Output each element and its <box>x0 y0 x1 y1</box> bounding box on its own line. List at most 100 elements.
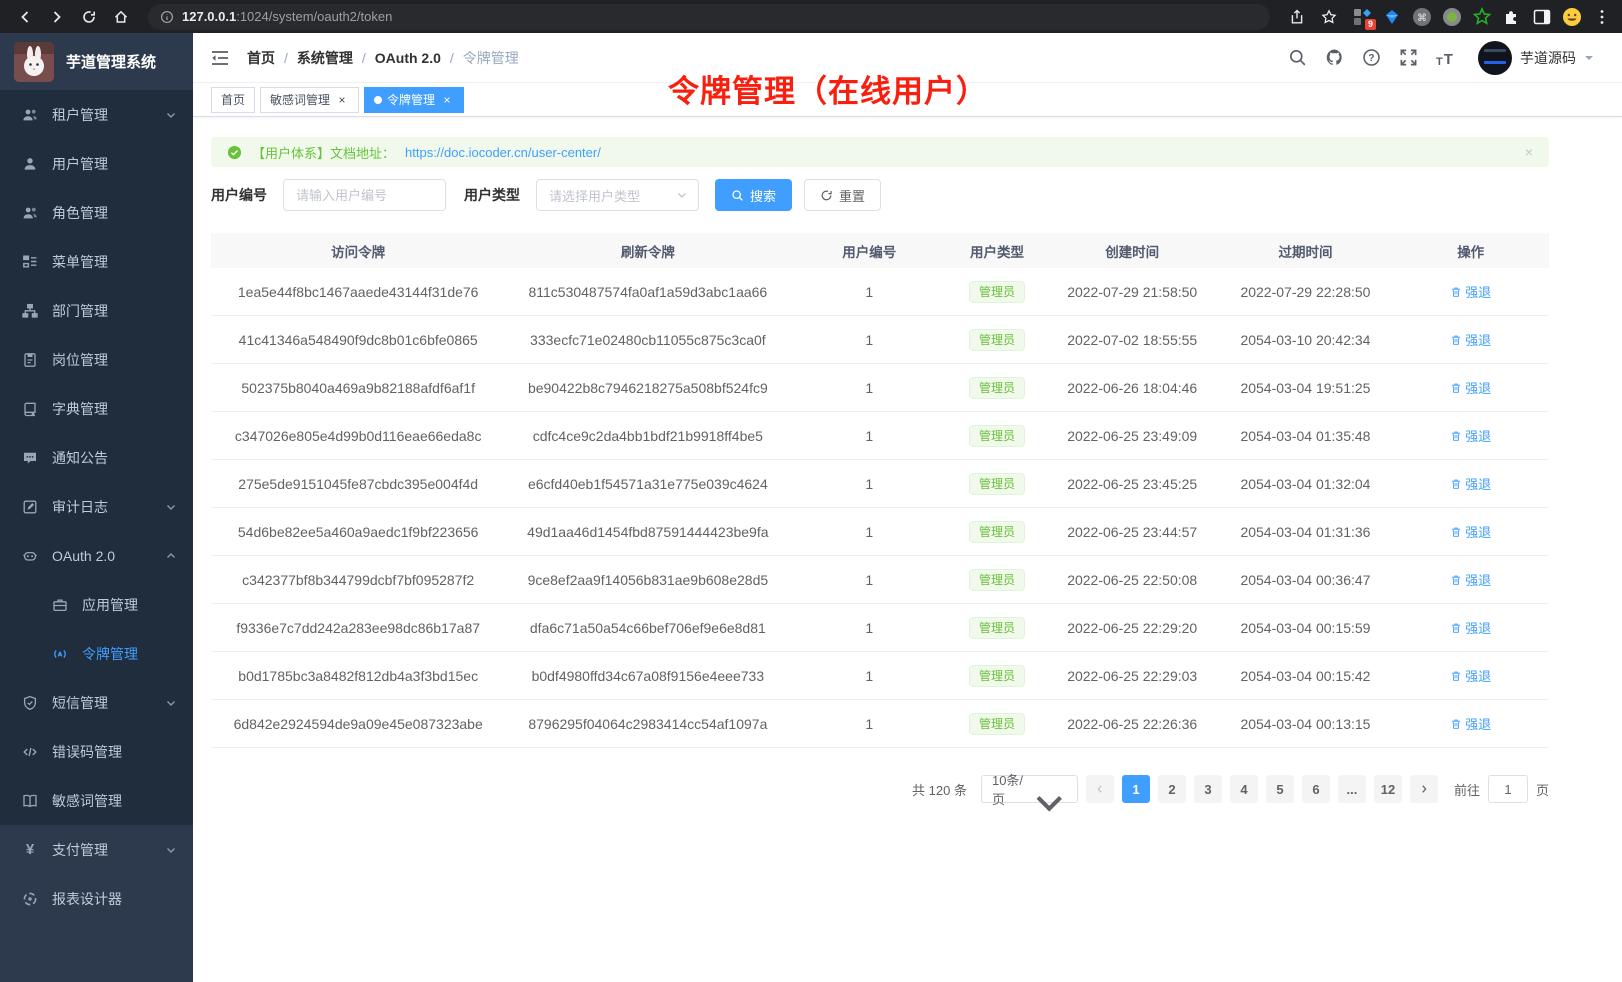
reset-button[interactable]: 重置 <box>804 179 881 211</box>
sidebar-item[interactable]: 字典管理 <box>0 384 193 433</box>
column-header: 用户类型 <box>948 241 1046 261</box>
pager-ellipsis[interactable]: ... <box>1338 775 1366 803</box>
app-logo-bar[interactable]: 芋道管理系统 <box>0 33 193 90</box>
sidebar-item[interactable]: 报表设计器 <box>0 874 193 923</box>
breadcrumb-item[interactable]: 系统管理 <box>297 48 353 68</box>
search-button[interactable]: 搜索 <box>715 179 792 211</box>
fullscreen-icon[interactable] <box>1398 48 1418 68</box>
page-size-select[interactable]: 10条/页 <box>981 775 1078 803</box>
sidebar-item[interactable]: 角色管理 <box>0 188 193 237</box>
action-cell: 强退 <box>1392 330 1549 349</box>
success-check-icon <box>227 145 242 160</box>
sidebar-item[interactable]: ¥支付管理 <box>0 825 193 874</box>
force-logout-button[interactable]: 强退 <box>1450 282 1491 301</box>
page-button[interactable]: 2 <box>1158 775 1186 803</box>
alert-close-icon[interactable] <box>1525 144 1533 160</box>
sidebar-item[interactable]: 部门管理 <box>0 286 193 335</box>
goto-page-input[interactable] <box>1488 775 1528 803</box>
page-button[interactable]: 3 <box>1194 775 1222 803</box>
prev-page-button[interactable] <box>1086 775 1114 803</box>
sidebar-item[interactable]: 令牌管理 <box>0 629 193 678</box>
font-size-icon[interactable]: TT <box>1435 48 1455 68</box>
access-token-cell: f9336e7c7dd242a283ee98dc86b17a87 <box>211 620 505 636</box>
sidebar-item[interactable]: OAuth 2.0 <box>0 531 193 580</box>
site-info-icon[interactable] <box>160 10 174 24</box>
user-type-badge: 管理员 <box>969 377 1025 399</box>
page-button[interactable]: 6 <box>1302 775 1330 803</box>
force-logout-button[interactable]: 强退 <box>1450 378 1491 397</box>
browser-home-icon[interactable] <box>108 4 134 30</box>
force-logout-button[interactable]: 强退 <box>1450 714 1491 733</box>
sidebar-item[interactable]: 岗位管理 <box>0 335 193 384</box>
browser-reload-icon[interactable] <box>76 4 102 30</box>
help-icon[interactable]: ? <box>1361 48 1381 68</box>
action-cell: 强退 <box>1392 618 1549 637</box>
breadcrumb-separator: / <box>284 50 288 66</box>
force-logout-button[interactable]: 强退 <box>1450 570 1491 589</box>
sidebar-item[interactable]: 租户管理 <box>0 90 193 139</box>
force-logout-button[interactable]: 强退 <box>1450 330 1491 349</box>
side-panel-icon[interactable] <box>1532 7 1552 27</box>
force-logout-button[interactable]: 强退 <box>1450 474 1491 493</box>
page-button[interactable]: 1 <box>1122 775 1150 803</box>
page-button[interactable]: 4 <box>1230 775 1258 803</box>
sidebar-item[interactable]: 通知公告 <box>0 433 193 482</box>
doc-link[interactable]: https://doc.iocoder.cn/user-center/ <box>405 145 601 160</box>
force-logout-button[interactable]: 强退 <box>1450 666 1491 685</box>
extension-grid-icon[interactable]: 9 <box>1352 7 1372 27</box>
browser-menu-icon[interactable] <box>1592 7 1612 27</box>
extension-puzzle-icon[interactable] <box>1502 7 1522 27</box>
expire-time-cell: 2054-03-04 00:13:15 <box>1218 716 1392 732</box>
user-id-input[interactable] <box>283 179 446 211</box>
search-form: 用户编号 用户类型 请选择用户类型 搜索 重置 <box>211 179 1549 211</box>
chevron-down-icon <box>165 109 177 121</box>
user-type-cell: 管理员 <box>948 713 1046 735</box>
force-logout-button[interactable]: 强退 <box>1450 426 1491 445</box>
access-token-cell: 54d6be82ee5a460a9aedc1f9bf223656 <box>211 524 505 540</box>
sidebar-item[interactable]: 错误码管理 <box>0 727 193 776</box>
share-icon[interactable] <box>1284 4 1310 30</box>
sidebar-item[interactable]: 应用管理 <box>0 580 193 629</box>
page-button[interactable]: 5 <box>1266 775 1294 803</box>
address-bar[interactable]: 127.0.0.1:1024/system/oauth2/token <box>148 4 1270 30</box>
user-menu[interactable]: 芋道源码 <box>1478 41 1594 75</box>
close-icon[interactable] <box>440 93 454 107</box>
profile-emoji-icon[interactable] <box>1562 7 1582 27</box>
tab-label: 首页 <box>221 91 245 108</box>
bookmark-star-icon[interactable] <box>1316 4 1342 30</box>
tab-item[interactable]: 敏感词管理 <box>260 87 359 113</box>
sidebar-item[interactable]: 短信管理 <box>0 678 193 727</box>
user-id-cell: 1 <box>790 572 948 588</box>
browser-forward-icon[interactable] <box>44 4 70 30</box>
breadcrumb-item[interactable]: 首页 <box>247 48 275 68</box>
next-page-button[interactable] <box>1410 775 1438 803</box>
chevron-down-icon <box>165 844 177 856</box>
action-cell: 强退 <box>1392 522 1549 541</box>
access-token-cell: 275e5de9151045fe87cbdc395e004f4d <box>211 476 505 492</box>
collapse-menu-icon[interactable] <box>209 47 231 69</box>
trash-icon <box>1450 622 1462 634</box>
search-icon[interactable] <box>1287 48 1307 68</box>
browser-back-icon[interactable] <box>12 4 38 30</box>
sidebar-item[interactable]: 用户管理 <box>0 139 193 188</box>
extension-star-icon[interactable] <box>1472 7 1492 27</box>
sidebar-item[interactable]: 敏感词管理 <box>0 776 193 825</box>
extension-gem-icon[interactable] <box>1382 7 1402 27</box>
force-logout-button[interactable]: 强退 <box>1450 522 1491 541</box>
sidebar-item[interactable]: 审计日志 <box>0 482 193 531</box>
sidebar-item[interactable]: 菜单管理 <box>0 237 193 286</box>
column-header: 访问令牌 <box>211 241 505 261</box>
close-icon[interactable] <box>335 93 349 107</box>
breadcrumb-item[interactable]: OAuth 2.0 <box>375 50 441 66</box>
user-type-select[interactable]: 请选择用户类型 <box>536 179 699 211</box>
extension-command-icon[interactable]: ⌘ <box>1412 7 1432 27</box>
tab-item[interactable]: 首页 <box>211 87 255 113</box>
extension-record-icon[interactable] <box>1442 7 1462 27</box>
force-logout-label: 强退 <box>1465 714 1491 733</box>
force-logout-button[interactable]: 强退 <box>1450 618 1491 637</box>
force-logout-label: 强退 <box>1465 330 1491 349</box>
tab-active[interactable]: 令牌管理 <box>364 87 464 113</box>
page-button[interactable]: 12 <box>1374 775 1402 803</box>
table-header-row: 访问令牌刷新令牌用户编号用户类型创建时间过期时间操作 <box>211 233 1549 268</box>
github-icon[interactable] <box>1324 48 1344 68</box>
